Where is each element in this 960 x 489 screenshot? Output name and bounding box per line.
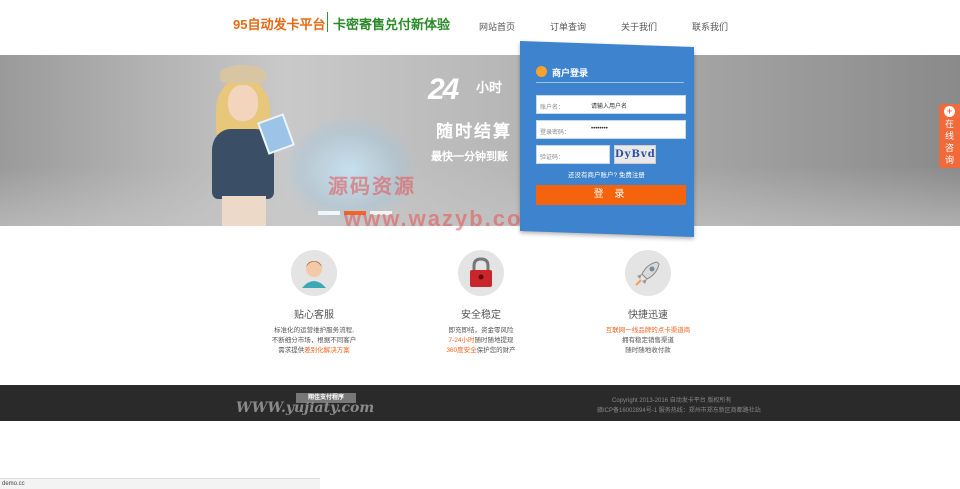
hero-banner: 24 小时 随时结算 最快一分钟到账	[0, 55, 960, 226]
watermark-text: 源码资源	[328, 176, 416, 198]
feature-line: 拥有稳定销售渠道	[622, 337, 674, 344]
password-label: 登录密码：	[540, 130, 571, 136]
feature-line: 需求提供差别化解决方案	[278, 347, 350, 354]
register-link[interactable]: 还没有商户账户? 免费注册	[568, 169, 645, 179]
banner-24: 24	[428, 73, 459, 106]
site-footer: 翔佳支付程序 WWW.yujiaty.com Copyright 2013-20…	[0, 385, 960, 421]
watermark-url: www.wazyb.com	[344, 206, 545, 231]
rocket-icon	[625, 250, 671, 296]
account-field[interactable]: 账户名： 请输入用户名	[536, 95, 686, 114]
feature-title: 安全稳定	[461, 310, 501, 321]
banner-hour: 小时	[476, 80, 503, 95]
feature-line: 随时随地收付款	[625, 347, 671, 354]
account-input[interactable]: 请输入用户名	[591, 101, 627, 110]
plus-icon: +	[944, 106, 955, 117]
feature-title: 快捷迅速	[628, 310, 668, 321]
site-brand[interactable]: 95自动发卡平台	[233, 14, 325, 33]
nav-contact[interactable]: 联系我们	[692, 20, 728, 33]
login-title: 商户登录	[552, 68, 589, 78]
carousel-dot[interactable]	[318, 211, 340, 215]
captcha-image[interactable]: DyBvd	[614, 145, 656, 164]
online-consult-tab[interactable]: + 在线咨询	[939, 104, 960, 168]
nav-order-query[interactable]: 订单查询	[550, 20, 586, 33]
password-input[interactable]: ••••••••	[591, 126, 608, 132]
feature-line: 360度安全保护您的财产	[446, 347, 516, 354]
feature-line: 7-24小时随时随地提现	[448, 337, 514, 344]
feature-line: 互联网一线品牌的点卡渠道商	[605, 327, 691, 334]
account-label: 账户名：	[540, 105, 565, 111]
online-consult-label: 在线咨询	[944, 119, 954, 165]
captcha-label: 验证码：	[540, 155, 565, 161]
footer-logo[interactable]: WWW.yujiaty.com	[236, 400, 374, 416]
nav-home[interactable]: 网站首页	[479, 20, 515, 33]
footer-icp: 赣ICP备16002894号-1 服务热线：郑州市郑东新区商都路社站	[597, 408, 761, 414]
feature-title: 贴心客服	[294, 310, 334, 321]
site-slogan: 卡密寄售兑付新体验	[333, 17, 451, 32]
banner-settle: 随时结算	[436, 122, 512, 141]
password-field[interactable]: 登录密码： ••••••••	[536, 120, 686, 139]
feature-line: 即充即结，资金零风险	[448, 327, 514, 334]
banner-fast: 最快一分钟到账	[431, 151, 508, 163]
support-agent-icon	[291, 250, 337, 296]
site-header: 95自动发卡平台 卡密寄售兑付新体验 网站首页 订单查询 关于我们 联系我们	[0, 0, 960, 55]
feature-line: 不断细分市场，根据不同客户	[271, 337, 357, 344]
login-divider	[536, 82, 684, 83]
feature-line: 标准化的运营维护服务流程,	[274, 327, 354, 334]
browser-status-bar: demo.cc	[0, 478, 320, 489]
nav-about[interactable]: 关于我们	[621, 20, 657, 33]
login-button[interactable]: 登 录	[536, 185, 686, 205]
user-icon	[536, 66, 547, 77]
footer-copyright: Copyright 2013-2016 自动发卡平台 版权所有	[612, 398, 732, 404]
merchant-login-panel: 商户登录 账户名： 请输入用户名 登录密码： •••••••• 验证码： DyB…	[520, 40, 694, 238]
brand-divider	[327, 12, 328, 32]
captcha-field[interactable]: 验证码：	[536, 145, 610, 164]
lock-icon	[458, 250, 504, 296]
